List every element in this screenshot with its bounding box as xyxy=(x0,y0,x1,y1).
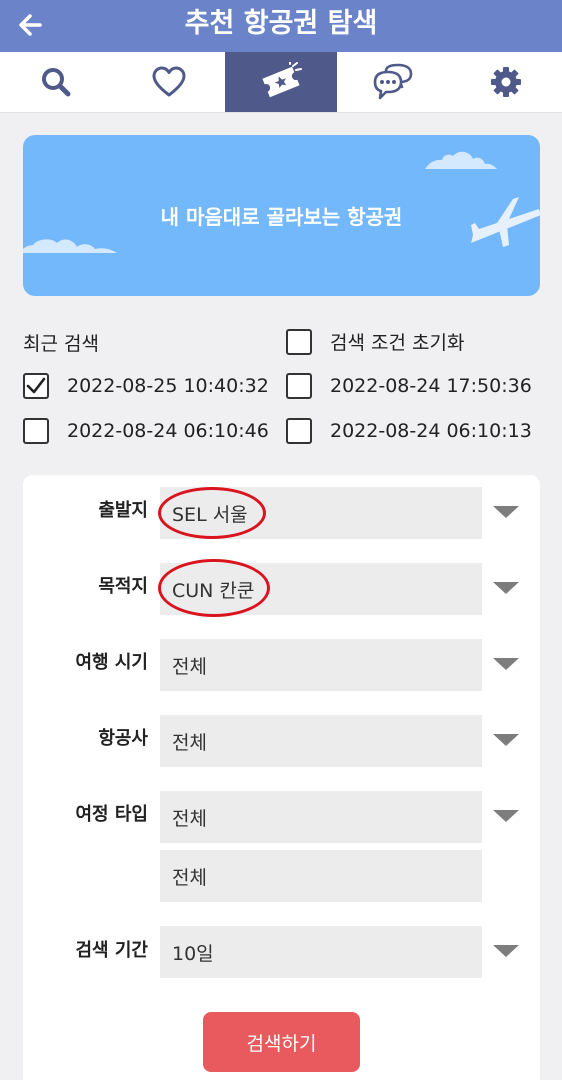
checkbox-box[interactable] xyxy=(23,418,49,444)
recent-search-item[interactable]: 2022-08-24 06:10:13 xyxy=(286,418,532,444)
search-period-select[interactable]: 10일 xyxy=(160,926,482,978)
check-icon xyxy=(26,377,46,394)
tab-settings[interactable] xyxy=(450,52,562,112)
recent-search-item[interactable]: 2022-08-24 17:50:36 xyxy=(286,373,532,399)
recent-search-text: 2022-08-24 17:50:36 xyxy=(330,375,532,397)
trip-type-label: 여정 타입 xyxy=(75,804,148,825)
promo-banner[interactable]: 내 마음대로 골라보는 항공권 xyxy=(23,135,540,296)
airline-select[interactable]: 전체 xyxy=(160,715,482,767)
chat-icon xyxy=(374,63,413,100)
departure-label: 출발지 xyxy=(98,500,148,521)
gear-icon xyxy=(490,67,521,97)
chevron-down-icon[interactable] xyxy=(493,506,519,520)
tab-bar xyxy=(0,52,562,113)
departure-select[interactable]: SEL 서울 xyxy=(160,487,482,539)
banner-text: 내 마음대로 골라보는 항공권 xyxy=(160,205,403,229)
cloud-icon xyxy=(23,239,117,253)
checkbox-box[interactable] xyxy=(23,373,49,399)
ticket-icon xyxy=(262,62,303,98)
recent-search-text: 2022-08-24 06:10:13 xyxy=(330,420,532,442)
recent-search-text: 2022-08-25 10:40:32 xyxy=(67,375,269,397)
checkbox-box[interactable] xyxy=(286,418,312,444)
chevron-down-icon[interactable] xyxy=(493,658,519,672)
tab-search[interactable] xyxy=(0,52,112,112)
tab-ticket[interactable] xyxy=(224,52,338,112)
search-period-label: 검색 기간 xyxy=(75,940,148,961)
chevron-down-icon[interactable] xyxy=(493,734,519,748)
chevron-down-icon[interactable] xyxy=(493,582,519,596)
chevron-down-icon[interactable] xyxy=(493,945,519,959)
recent-search-text: 2022-08-24 06:10:46 xyxy=(67,420,269,442)
destination-label: 목적지 xyxy=(98,576,148,597)
cloud-icon xyxy=(425,151,497,169)
recent-search-label: 최근 검색 xyxy=(23,333,99,355)
trip-type-select[interactable]: 전체 xyxy=(160,791,482,843)
search-icon xyxy=(42,68,71,97)
travel-time-select[interactable]: 전체 xyxy=(160,639,482,691)
travel-time-label: 여행 시기 xyxy=(75,652,148,673)
search-form: 출발지 SEL 서울 목적지 CUN 칸쿤 여행 시기 전체 항공사 전체 여정… xyxy=(23,475,540,1080)
page-title: 추천 항공권 탐색 xyxy=(184,8,378,39)
recent-search-item[interactable]: 2022-08-25 10:40:32 xyxy=(23,373,269,399)
destination-select[interactable]: CUN 칸쿤 xyxy=(160,563,482,615)
tab-chat[interactable] xyxy=(337,52,449,112)
back-arrow-icon[interactable] xyxy=(14,8,48,42)
heart-icon xyxy=(152,66,186,97)
checkbox-box[interactable] xyxy=(286,373,312,399)
reset-criteria-label: 검색 조건 초기화 xyxy=(330,332,465,354)
search-button[interactable]: 검색하기 xyxy=(203,1012,360,1072)
chevron-down-icon[interactable] xyxy=(493,810,519,824)
trip-type-detail-select[interactable]: 전체 xyxy=(160,850,482,902)
app-header: 추천 항공권 탐색 xyxy=(0,0,562,52)
airline-label: 항공사 xyxy=(98,728,148,749)
checkbox-box[interactable] xyxy=(286,328,312,355)
recent-search-item[interactable]: 2022-08-24 06:10:46 xyxy=(23,418,269,444)
reset-criteria-checkbox[interactable]: 검색 조건 초기화 xyxy=(286,328,464,355)
tab-favorites[interactable] xyxy=(112,52,224,112)
